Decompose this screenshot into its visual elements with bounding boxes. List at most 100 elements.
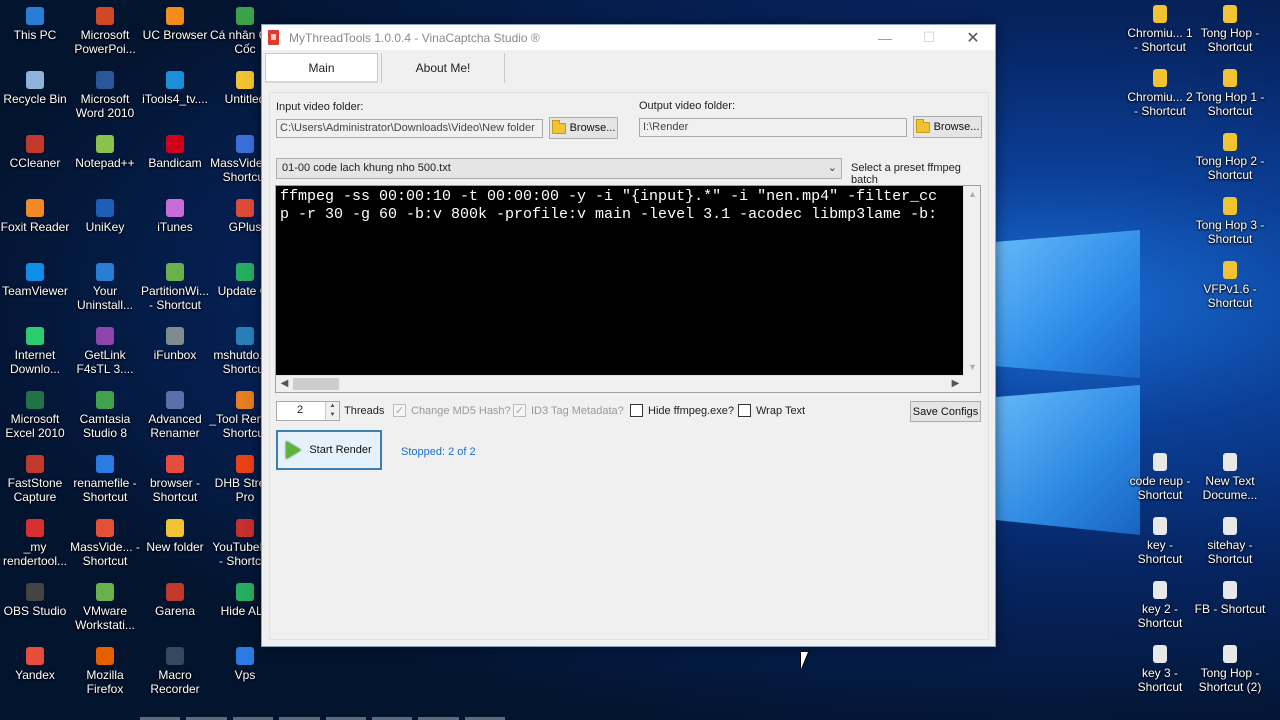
start-render-button[interactable]: Start Render — [276, 430, 382, 470]
checkbox-box[interactable] — [738, 404, 751, 417]
gplus-icon — [236, 199, 254, 217]
app-icon — [268, 30, 279, 45]
desktop-shortcut[interactable]: renamefile - Shortcut — [69, 455, 141, 504]
change-md5-checkbox: ✓ Change MD5 Hash? — [393, 404, 511, 417]
tab-main[interactable]: Main — [265, 53, 378, 83]
rendertool-icon — [26, 519, 44, 537]
desktop-shortcut[interactable]: Advanced Renamer — [139, 391, 211, 440]
desktop-shortcut[interactable]: New folder — [139, 519, 211, 554]
desktop-shortcut[interactable]: Microsoft Excel 2010 — [0, 391, 71, 440]
desktop-shortcut[interactable]: GetLink F4sTL 3.... — [69, 327, 141, 376]
desktop-shortcut[interactable]: TeamViewer — [0, 263, 71, 298]
desktop-shortcut[interactable]: FastStone Capture — [0, 455, 71, 504]
desktop-shortcut-label: sitehay - Shortcut — [1207, 538, 1253, 566]
checkbox-box[interactable] — [630, 404, 643, 417]
desktop-shortcut[interactable]: Tong Hop 2 - Shortcut — [1194, 133, 1266, 182]
text-file-icon — [1153, 453, 1167, 471]
preset-select[interactable]: 01-00 code lach khung nho 500.txt ⌄ — [276, 158, 842, 179]
scroll-right-icon[interactable]: ▶ — [947, 376, 964, 392]
desktop-shortcut-label: iFunbox — [153, 348, 197, 362]
desktop-shortcut[interactable]: key - Shortcut — [1124, 517, 1196, 566]
desktop-shortcut[interactable]: New Text Docume... — [1194, 453, 1266, 502]
desktop-shortcut[interactable]: Microsoft PowerPoi... — [69, 7, 141, 56]
vertical-scrollbar[interactable]: ▲ ▼ — [963, 186, 980, 376]
desktop-shortcut[interactable]: Tong Hop - Shortcut — [1194, 5, 1266, 54]
desktop-shortcut[interactable]: FB - Shortcut — [1194, 581, 1266, 616]
desktop-shortcut[interactable]: iFunbox — [139, 327, 211, 362]
ffmpeg-command-text[interactable]: ffmpeg -ss 00:00:10 -t 00:00:00 -y -i "{… — [276, 186, 964, 376]
desktop-shortcut[interactable]: UniKey — [69, 199, 141, 234]
hide-icon — [236, 583, 254, 601]
desktop-shortcut[interactable]: CCleaner — [0, 135, 71, 170]
input-browse-button[interactable]: Browse... — [549, 117, 618, 139]
desktop-shortcut[interactable]: code reup - Shortcut — [1124, 453, 1196, 502]
maximize-button[interactable]: ☐ — [907, 25, 951, 50]
wrap-text-checkbox[interactable]: Wrap Text — [738, 404, 805, 417]
close-button[interactable]: ✕ — [951, 25, 995, 50]
desktop-shortcut[interactable]: Foxit Reader — [0, 199, 71, 234]
desktop-shortcut[interactable]: Tong Hop - Shortcut (2) — [1194, 645, 1266, 694]
input-browse-label: Browse... — [569, 122, 616, 134]
scroll-thumb[interactable] — [293, 378, 339, 390]
folder-icon — [236, 71, 254, 89]
output-browse-button[interactable]: Browse... — [913, 116, 982, 138]
desktop-shortcut[interactable]: VFPv1.6 - Shortcut — [1194, 261, 1266, 310]
desktop-shortcut[interactable]: Chromiu... 1 - Shortcut — [1124, 5, 1196, 54]
desktop-shortcut[interactable]: UC Browser — [139, 7, 211, 42]
scroll-up-icon[interactable]: ▲ — [964, 186, 981, 203]
stepper-arrows-icon[interactable]: ▲ ▼ — [325, 402, 339, 420]
desktop-shortcut[interactable]: _my rendertool... — [0, 519, 71, 568]
threads-stepper[interactable]: 2 ▲ ▼ — [276, 401, 340, 421]
desktop-shortcut[interactable]: iTools4_tv.... — [139, 71, 211, 106]
output-browse-label: Browse... — [933, 121, 980, 133]
ffmpeg-command-box[interactable]: ffmpeg -ss 00:00:10 -t 00:00:00 -y -i "{… — [275, 185, 981, 393]
desktop-shortcut[interactable]: sitehay - Shortcut — [1194, 517, 1266, 566]
idm-icon — [26, 327, 44, 345]
scroll-left-icon[interactable]: ◀ — [276, 376, 293, 392]
desktop-shortcut[interactable]: Camtasia Studio 8 — [69, 391, 141, 440]
desktop-shortcut-label: iTunes — [157, 220, 193, 234]
desktop-shortcut-label: Tong Hop - Shortcut (2) — [1198, 666, 1262, 694]
command-line-1: ffmpeg -ss 00:00:10 -t 00:00:00 -y -i "{… — [280, 188, 938, 205]
desktop-shortcut[interactable]: Yandex — [0, 647, 71, 682]
desktop-shortcut[interactable]: Macro Recorder — [139, 647, 211, 696]
desktop-shortcut[interactable]: Microsoft Word 2010 — [69, 71, 141, 120]
desktop-shortcut[interactable]: Internet Downlo... — [0, 327, 71, 376]
horizontal-scrollbar[interactable]: ◀ ▶ — [276, 375, 964, 392]
desktop-shortcut[interactable]: Your Uninstall... — [69, 263, 141, 312]
desktop-shortcut-label: UC Browser — [142, 28, 208, 42]
desktop-shortcut-label: Camtasia Studio 8 — [79, 412, 131, 440]
desktop-shortcut[interactable]: Garena — [139, 583, 211, 618]
desktop-shortcut[interactable]: Bandicam — [139, 135, 211, 170]
scroll-down-icon[interactable]: ▼ — [964, 359, 981, 376]
desktop-shortcut[interactable]: Notepad++ — [69, 135, 141, 170]
save-configs-button[interactable]: Save Configs — [910, 401, 981, 422]
yandex-icon — [26, 647, 44, 665]
desktop-shortcut[interactable]: VMware Workstati... — [69, 583, 141, 632]
wallpaper-pane — [996, 230, 1140, 378]
desktop-shortcut[interactable]: iTunes — [139, 199, 211, 234]
input-folder-field[interactable]: C:\Users\Administrator\Downloads\Video\N… — [276, 119, 543, 138]
desktop-shortcut[interactable]: Recycle Bin — [0, 71, 71, 106]
desktop-shortcut[interactable]: Chromiu... 2 - Shortcut — [1124, 69, 1196, 118]
desktop-shortcut[interactable]: key 2 - Shortcut — [1124, 581, 1196, 630]
renamer-icon — [166, 391, 184, 409]
tab-about-me[interactable]: About Me! — [381, 53, 505, 83]
desktop-shortcut[interactable]: This PC — [0, 7, 71, 42]
text-file-icon — [1223, 645, 1237, 663]
desktop-shortcut[interactable]: key 3 - Shortcut — [1124, 645, 1196, 694]
hide-ffmpeg-checkbox[interactable]: Hide ffmpeg.exe? — [630, 404, 734, 417]
desktop-shortcut[interactable]: Mozilla Firefox — [69, 647, 141, 696]
desktop-shortcut-label: key 2 - Shortcut — [1137, 602, 1183, 630]
desktop-shortcut[interactable]: PartitionWi... - Shortcut — [139, 263, 211, 312]
desktop-shortcut-label: FastStone Capture — [7, 476, 63, 504]
title-bar[interactable]: MyThreadTools 1.0.0.4 - VinaCaptcha Stud… — [262, 25, 995, 50]
output-folder-field[interactable]: I:\Render — [639, 118, 907, 137]
minimize-button[interactable]: — — [863, 25, 907, 50]
desktop-shortcut[interactable]: OBS Studio — [0, 583, 71, 618]
desktop-shortcut[interactable]: MassVide... - Shortcut — [69, 519, 141, 568]
desktop-shortcut[interactable]: Vps — [209, 647, 281, 682]
desktop-shortcut[interactable]: browser - Shortcut — [139, 455, 211, 504]
desktop-shortcut[interactable]: Tong Hop 1 - Shortcut — [1194, 69, 1266, 118]
desktop-shortcut[interactable]: Tong Hop 3 - Shortcut — [1194, 197, 1266, 246]
